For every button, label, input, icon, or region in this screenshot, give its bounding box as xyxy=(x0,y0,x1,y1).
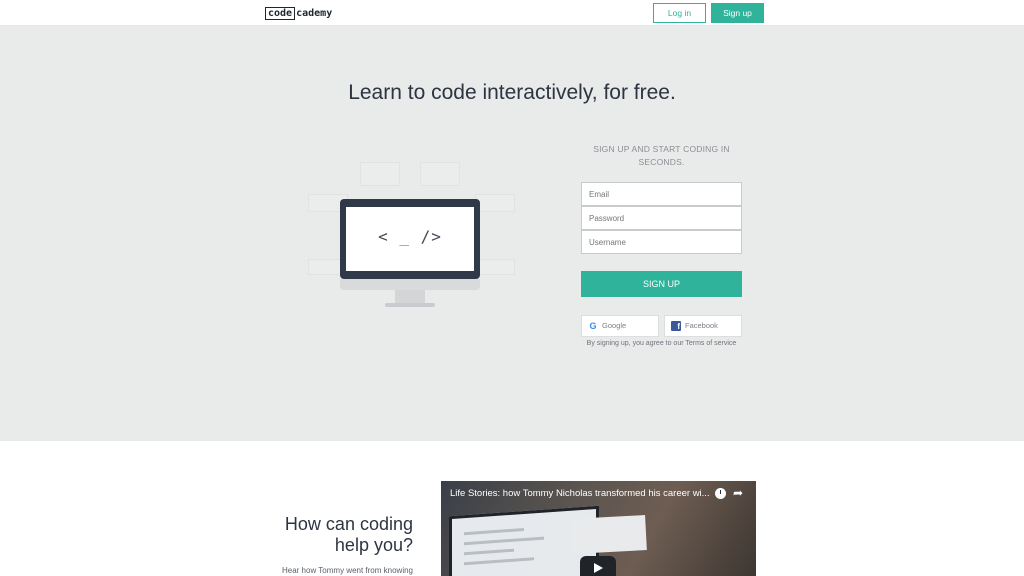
code-glyph: < _ /> xyxy=(378,227,442,246)
facebook-label: Facebook xyxy=(685,321,718,330)
ghost-shape xyxy=(475,194,515,212)
logo-code-box: code xyxy=(265,6,296,20)
hero-section: Learn to code interactively, for free. <… xyxy=(0,26,1024,441)
terms-prefix: By signing up, you agree to our xyxy=(586,340,686,347)
watch-later-icon[interactable] xyxy=(715,488,726,499)
login-button[interactable]: Log in xyxy=(653,3,706,23)
signup-form-title: SIGN UP AND START CODING IN SECONDS. xyxy=(593,144,730,167)
share-icon[interactable]: ➦ xyxy=(733,486,743,500)
signup-submit-button[interactable]: SIGN UP xyxy=(581,271,742,297)
monitor-foot xyxy=(385,303,435,307)
video-line xyxy=(464,548,514,556)
username-field[interactable] xyxy=(581,230,742,254)
hero-title: Learn to code interactively, for free. xyxy=(348,81,676,104)
codecademy-logo[interactable]: code cademy xyxy=(265,6,332,20)
monitor-stand xyxy=(395,290,425,304)
video-line xyxy=(464,557,534,566)
email-field[interactable] xyxy=(581,182,742,206)
facebook-icon: f xyxy=(671,321,681,331)
video-title[interactable]: Life Stories: how Tommy Nicholas transfo… xyxy=(450,488,720,499)
ghost-shape xyxy=(360,162,400,186)
google-label: Google xyxy=(602,321,627,330)
help-heading-line1: How can coding xyxy=(284,514,413,534)
ghost-shape xyxy=(420,162,460,186)
nav-signup-button[interactable]: Sign up xyxy=(711,3,764,23)
help-heading-line2: help you? xyxy=(334,535,413,555)
video-line xyxy=(464,536,544,546)
google-icon: G xyxy=(589,321,597,331)
help-text: Hear how Tommy went from knowing xyxy=(281,566,413,575)
password-field[interactable] xyxy=(581,206,742,230)
monitor-illustration: < _ /> xyxy=(300,154,520,314)
google-signup-button[interactable]: G Google xyxy=(581,315,659,337)
terms-link[interactable]: Terms of service xyxy=(685,340,736,347)
terms-notice: By signing up, you agree to our Terms of… xyxy=(581,340,742,347)
monitor-bezel xyxy=(340,279,480,290)
ghost-shape xyxy=(475,259,515,275)
top-nav: code cademy Log in Sign up xyxy=(0,0,1024,26)
play-button-icon[interactable] xyxy=(580,556,616,576)
help-heading: How can coding help you? xyxy=(260,514,413,556)
facebook-signup-button[interactable]: f Facebook xyxy=(664,315,742,337)
video-player[interactable]: Life Stories: how Tommy Nicholas transfo… xyxy=(441,481,756,576)
video-line xyxy=(464,528,524,536)
monitor-screen: < _ /> xyxy=(346,207,474,271)
monitor-frame: < _ /> xyxy=(340,199,480,279)
video-card-shape xyxy=(570,515,647,554)
logo-text: cademy xyxy=(296,7,333,19)
